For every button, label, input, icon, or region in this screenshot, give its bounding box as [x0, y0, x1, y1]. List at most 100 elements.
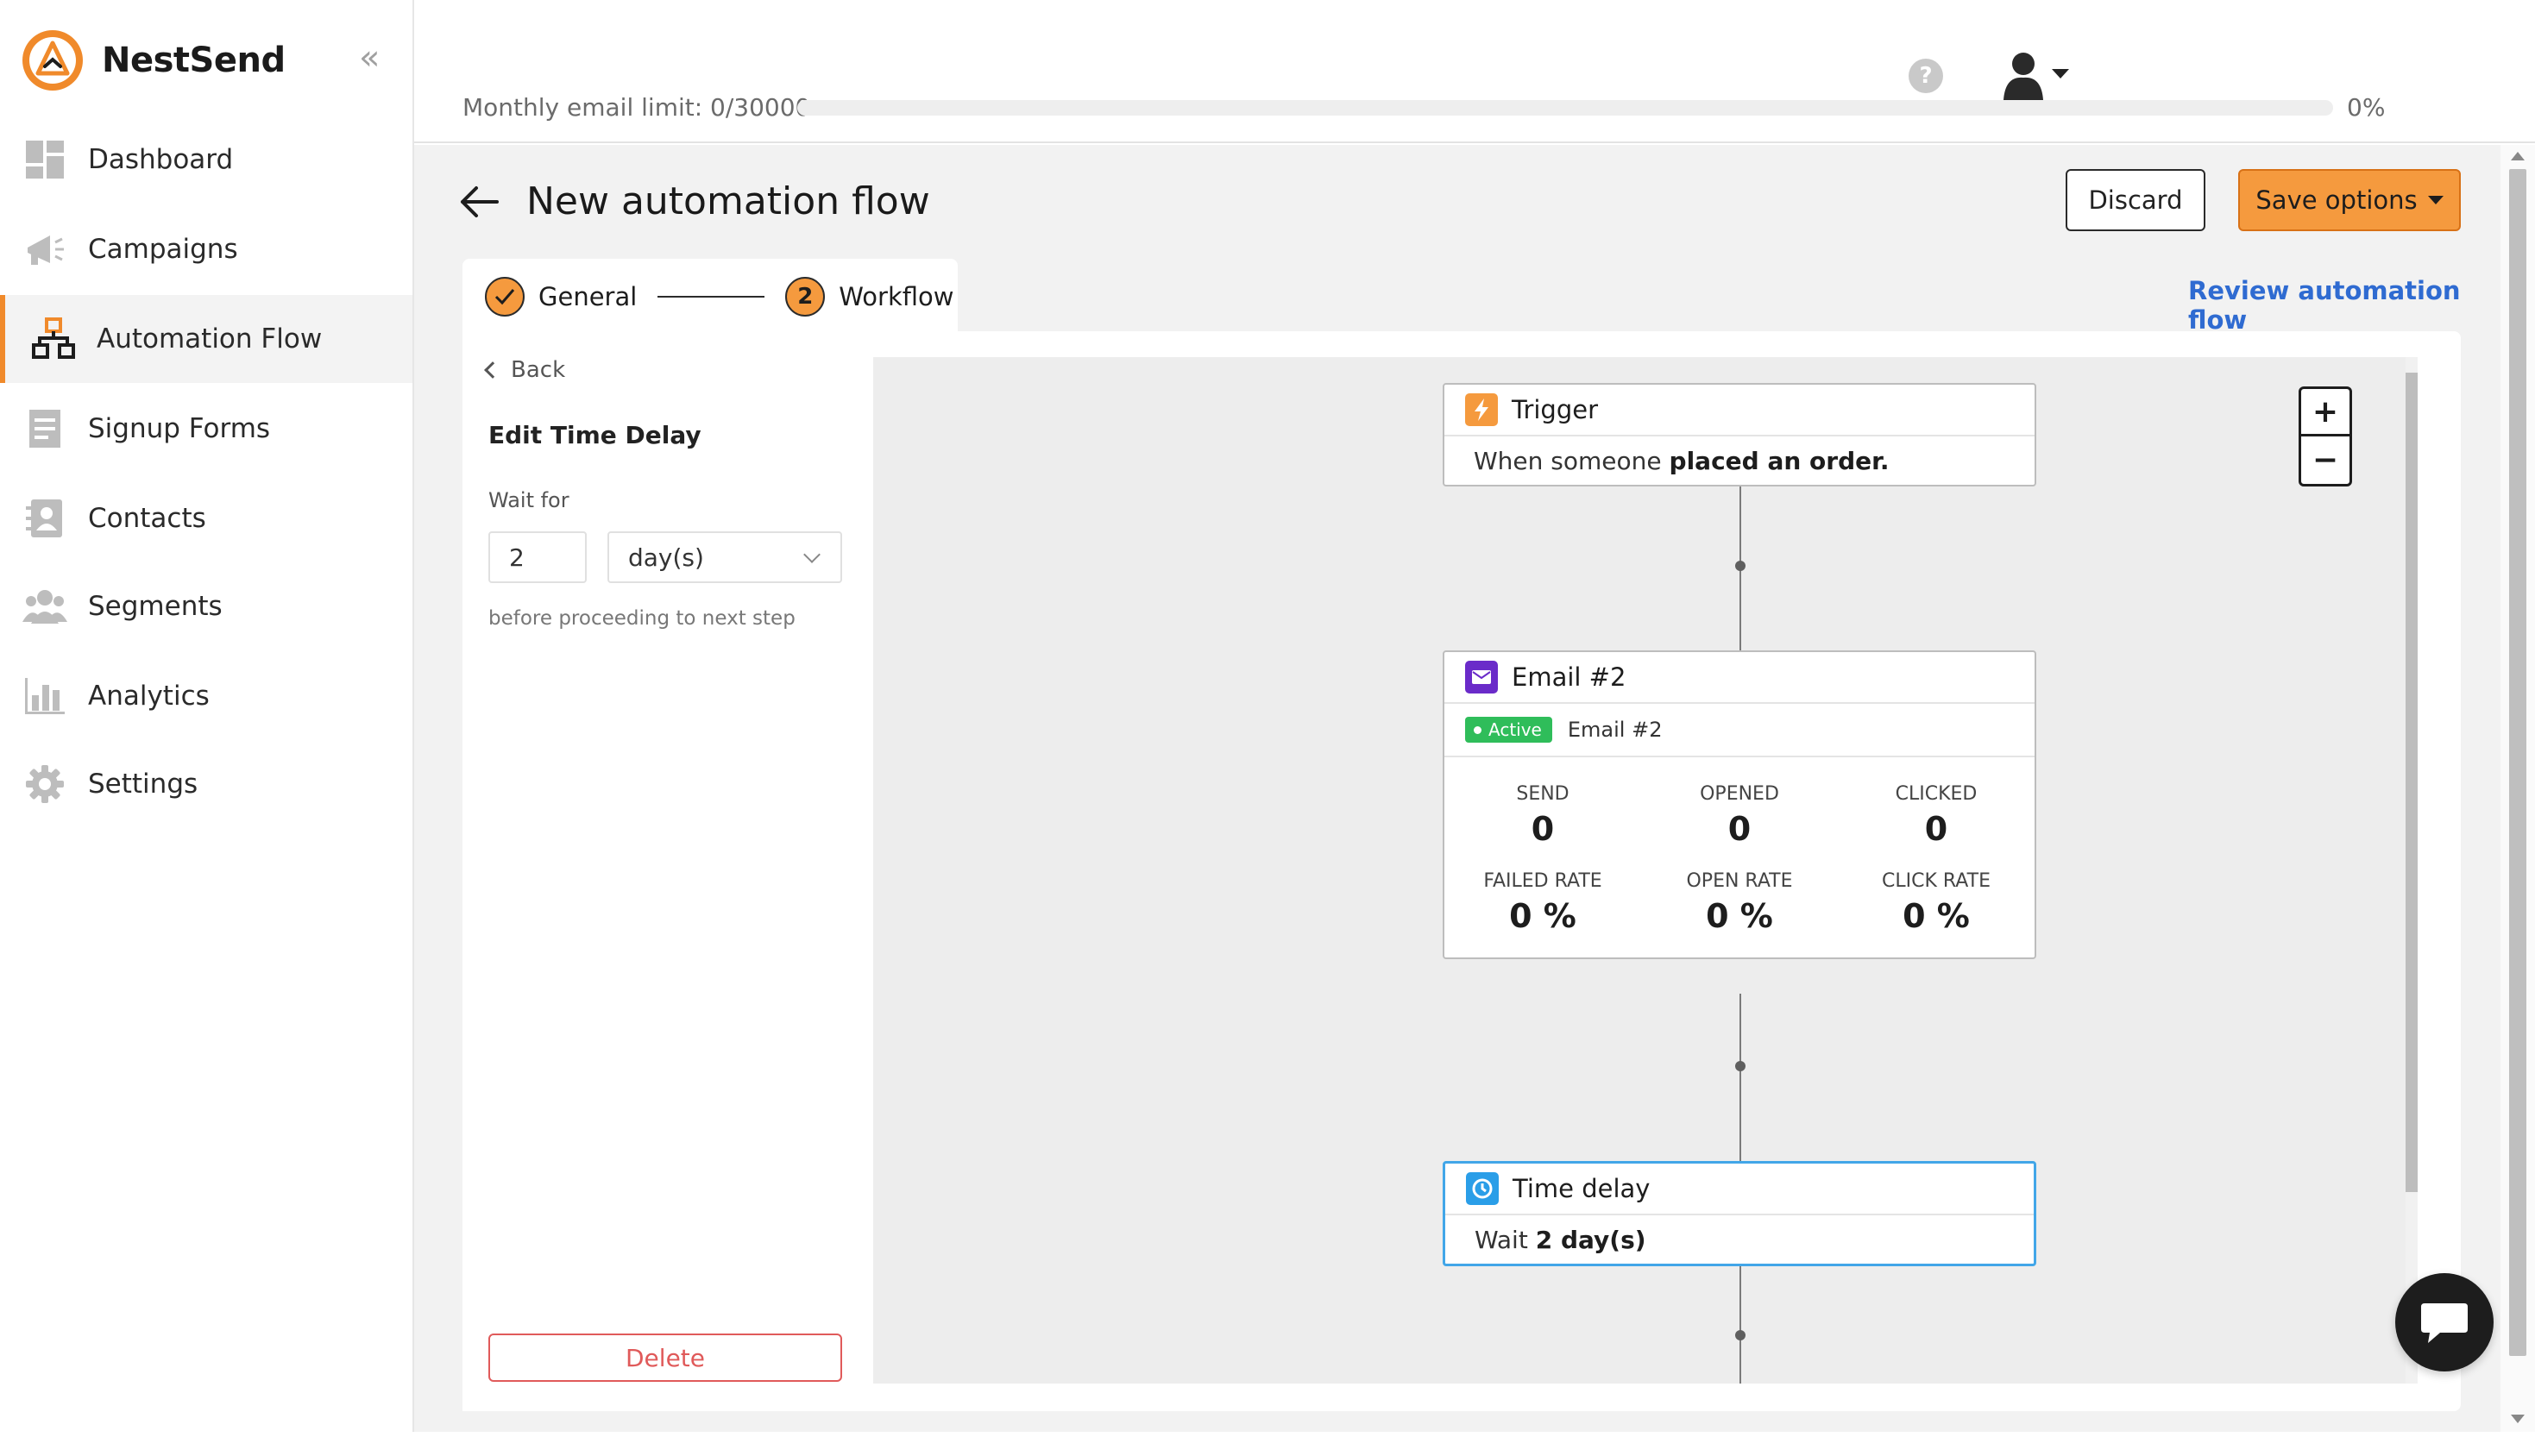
wait-amount-input[interactable] — [488, 531, 587, 583]
sidebar-item-campaigns[interactable]: Campaigns — [0, 205, 412, 293]
connector-dot — [1735, 561, 1746, 571]
flowchart-icon — [31, 317, 76, 361]
chevron-down-icon — [803, 546, 821, 563]
top-bar: Monthly email limit: 0/30000 0% — [414, 0, 2535, 143]
sidebar-item-analytics[interactable]: Analytics — [0, 652, 412, 740]
stat-label: FAILED RATE — [1483, 870, 1602, 892]
scroll-up-arrow-icon[interactable] — [2511, 152, 2525, 160]
save-options-label: Save options — [2255, 185, 2418, 215]
stat-value: 0 — [1924, 810, 1948, 848]
stat-opened: OPENED 0 — [1641, 783, 1838, 848]
email-stats: SEND 0 OPENED 0 CLICKED 0 FAILED RATE 0 % OP… — [1444, 757, 2035, 957]
flow-connector — [1739, 1263, 1741, 1384]
stat-label: OPEN RATE — [1686, 870, 1793, 892]
time-delay-node-title: Time delay — [1513, 1174, 1651, 1203]
sidebar-item-label: Analytics — [88, 681, 210, 712]
email-node[interactable]: Email #2 Active Email #2 SEND 0 OPENED 0 C… — [1443, 650, 2036, 959]
gear-icon — [22, 762, 67, 806]
flow-canvas[interactable]: Trigger When someone placed an order. Em… — [873, 357, 2418, 1384]
user-menu-button[interactable] — [2002, 47, 2097, 105]
sidebar-item-settings[interactable]: Settings — [0, 740, 412, 828]
sidebar-item-label: Automation Flow — [97, 323, 323, 355]
clock-icon — [1466, 1172, 1499, 1205]
edit-panel: Back Edit Time Delay Wait for day(s) bef… — [462, 331, 877, 1411]
zoom-out-button[interactable]: − — [2301, 436, 2349, 484]
step-number-badge: 2 — [785, 277, 826, 317]
back-arrow-icon[interactable] — [459, 185, 502, 219]
sidebar-item-label: Segments — [88, 591, 223, 622]
help-icon[interactable]: ? — [1909, 59, 1943, 93]
panel-back-button[interactable]: Back — [484, 357, 566, 383]
form-icon — [22, 406, 67, 451]
wait-unit-value: day(s) — [628, 543, 704, 572]
delete-button-label: Delete — [626, 1343, 705, 1372]
sidebar-item-dashboard[interactable]: Dashboard — [0, 116, 412, 204]
discard-button-label: Discard — [2088, 185, 2183, 215]
users-icon — [22, 584, 67, 629]
trigger-node[interactable]: Trigger When someone placed an order. — [1443, 383, 2036, 486]
zoom-in-button[interactable]: + — [2301, 389, 2349, 436]
stat-label: CLICKED — [1895, 783, 1978, 805]
sidebar: NestSend « Dashboard Campaigns Automatio… — [0, 0, 414, 1432]
scroll-down-arrow-icon[interactable] — [2511, 1415, 2525, 1423]
brand-name: NestSend — [102, 41, 286, 80]
trigger-event: placed an order. — [1669, 446, 1890, 475]
stepper: General 2 Workflow — [462, 259, 958, 335]
review-automation-flow-link[interactable]: Review automation flow — [2188, 276, 2500, 335]
save-options-button[interactable]: Save options — [2238, 169, 2461, 231]
step-connector — [657, 296, 765, 298]
wait-for-label: Wait for — [488, 488, 569, 512]
stat-value: 0 — [1531, 810, 1555, 848]
user-menu-chevron-icon[interactable] — [2052, 69, 2069, 78]
collapse-sidebar-icon[interactable]: « — [359, 41, 390, 75]
brand[interactable]: NestSend — [22, 28, 286, 93]
sidebar-item-signup-forms[interactable]: Signup Forms — [0, 385, 412, 473]
trigger-node-title: Trigger — [1512, 395, 1599, 424]
connector-dot — [1735, 1061, 1746, 1071]
email-name: Email #2 — [1567, 718, 1663, 742]
main-content: New automation flow Discard Save options… — [414, 145, 2500, 1432]
wait-unit-select[interactable]: day(s) — [607, 531, 842, 583]
time-delay-node[interactable]: Time delay Wait 2 day(s) — [1443, 1161, 2036, 1266]
caret-down-icon — [2427, 196, 2444, 204]
chat-button[interactable] — [2395, 1273, 2494, 1371]
sidebar-item-automation-flow[interactable]: Automation Flow — [0, 295, 412, 383]
connector-dot — [1735, 1330, 1746, 1340]
contact-book-icon — [22, 496, 67, 541]
envelope-icon — [1465, 661, 1498, 693]
dashboard-icon — [22, 137, 67, 182]
discard-button[interactable]: Discard — [2066, 169, 2205, 231]
sidebar-item-label: Campaigns — [88, 234, 238, 265]
delete-button[interactable]: Delete — [488, 1334, 842, 1382]
sidebar-item-segments[interactable]: Segments — [0, 562, 412, 650]
stat-value: 0 % — [1706, 897, 1773, 935]
nestsend-logo-icon — [22, 30, 83, 91]
bar-chart-icon — [22, 674, 67, 719]
lightning-icon — [1465, 393, 1498, 426]
sidebar-item-label: Settings — [88, 769, 198, 800]
flow-connector — [1739, 994, 1741, 1164]
panel-back-label: Back — [511, 357, 566, 383]
stat-send: SEND 0 — [1444, 783, 1641, 848]
sidebar-item-label: Dashboard — [88, 144, 234, 175]
panel-title: Edit Time Delay — [488, 421, 701, 449]
sidebar-item-label: Signup Forms — [88, 413, 271, 444]
user-avatar-icon — [2003, 53, 2043, 100]
stat-open-rate: OPEN RATE 0 % — [1641, 870, 1838, 935]
zoom-controls: + − — [2299, 386, 2352, 486]
canvas-scrollbar-thumb[interactable] — [2406, 373, 2418, 1192]
step-workflow[interactable]: Workflow — [839, 282, 953, 311]
delay-description: Wait — [1475, 1225, 1536, 1254]
workflow-workspace: Back Edit Time Delay Wait for day(s) bef… — [462, 331, 2461, 1411]
check-icon — [485, 277, 525, 317]
stat-clicked: CLICKED 0 — [1838, 783, 2035, 848]
sidebar-item-contacts[interactable]: Contacts — [0, 474, 412, 562]
step-general[interactable]: General — [538, 282, 637, 311]
stat-click-rate: CLICK RATE 0 % — [1838, 870, 2035, 935]
sidebar-item-label: Contacts — [88, 503, 206, 534]
email-limit-progress-bar — [797, 100, 2333, 116]
email-node-title: Email #2 — [1512, 662, 1626, 692]
trigger-description: When someone — [1474, 446, 1670, 475]
page-scrollbar-thumb[interactable] — [2509, 169, 2526, 1356]
stat-value: 0 % — [1509, 897, 1576, 935]
